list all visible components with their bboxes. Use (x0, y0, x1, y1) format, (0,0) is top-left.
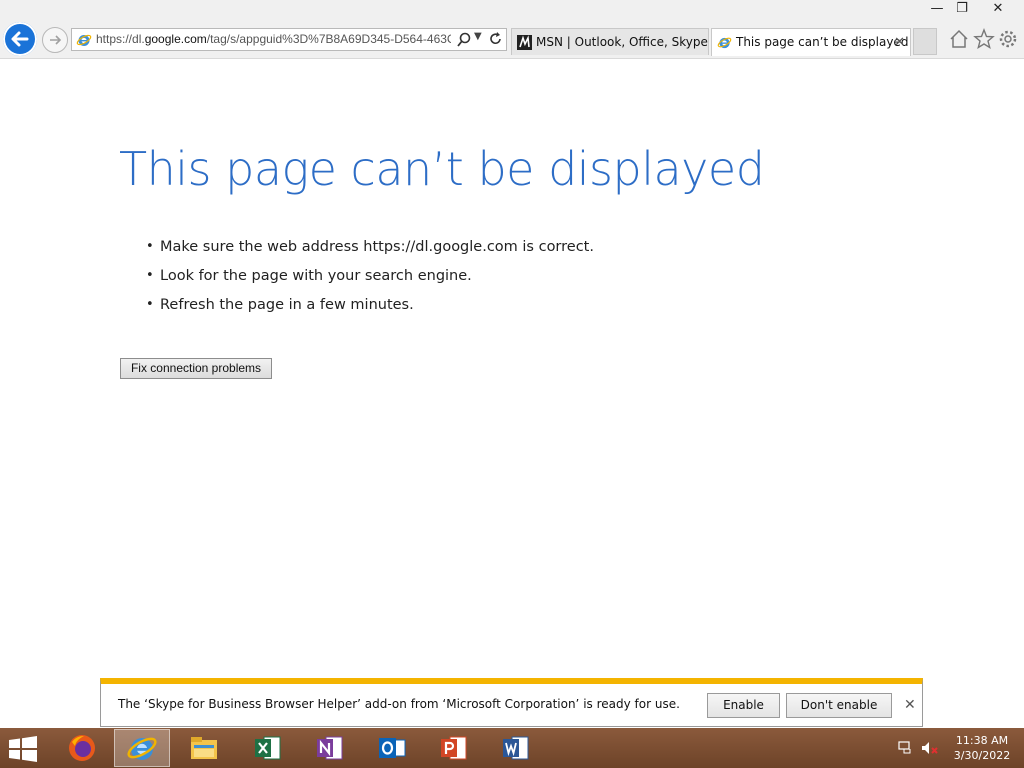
close-window-button[interactable]: ✕ (981, 0, 1015, 20)
tab-label: MSN | Outlook, Office, Skype, ... (536, 35, 709, 49)
excel-icon[interactable] (252, 732, 284, 764)
close-tab-icon[interactable]: ✕ (894, 29, 905, 56)
clock[interactable]: 11:38 AM 3/30/2022 (944, 733, 1020, 763)
chevron-down-icon[interactable]: ▼ (474, 31, 482, 42)
volume-muted-icon[interactable] (921, 740, 939, 756)
home-icon[interactable] (948, 28, 970, 50)
back-button[interactable] (3, 22, 37, 56)
tab-label: This page can’t be displayed (736, 35, 909, 49)
list-item: Make sure the web address https://dl.goo… (146, 237, 594, 266)
ie-icon (76, 34, 92, 46)
firefox-icon[interactable] (66, 732, 98, 764)
page-title: This page can’t be displayed (119, 142, 765, 196)
ie-icon (717, 37, 732, 49)
windows-start-icon[interactable] (8, 736, 38, 762)
refresh-icon[interactable] (488, 30, 504, 48)
new-tab-button[interactable] (913, 28, 937, 55)
address-url[interactable]: https://dl.google.com/tag/s/appguid%3D%7… (96, 32, 451, 46)
ie-taskbar-button[interactable] (114, 729, 170, 767)
list-item: Refresh the page in a few minutes. (146, 295, 594, 324)
ie-icon (127, 737, 157, 760)
word-icon[interactable] (500, 732, 532, 764)
outlook-icon[interactable] (376, 732, 408, 764)
file-explorer-icon[interactable] (188, 732, 220, 764)
notification-message: The ‘Skype for Business Browser Helper’ … (118, 697, 680, 711)
back-arrow-icon (11, 31, 29, 47)
search-icon[interactable] (456, 31, 472, 49)
tab-msn[interactable]: MSN | Outlook, Office, Skype, ... (511, 28, 709, 55)
tab-error-page[interactable]: This page can’t be displayed ✕ (711, 28, 911, 56)
enable-button[interactable]: Enable (707, 693, 780, 718)
notification-bar: The ‘Skype for Business Browser Helper’ … (100, 678, 923, 727)
powerpoint-icon[interactable] (438, 732, 470, 764)
onenote-icon[interactable] (314, 732, 346, 764)
gear-icon[interactable] (997, 28, 1019, 50)
dont-enable-button[interactable]: Don't enable (786, 693, 892, 718)
address-bar[interactable]: https://dl.google.com/tag/s/appguid%3D%7… (71, 28, 507, 51)
msn-icon (517, 35, 532, 50)
suggestion-list: Make sure the web address https://dl.goo… (146, 237, 594, 324)
fix-connection-button[interactable]: Fix connection problems (120, 358, 272, 379)
clock-time: 11:38 AM (955, 734, 1009, 747)
list-item: Look for the page with your search engin… (146, 266, 594, 295)
clock-date: 3/30/2022 (953, 749, 1011, 762)
forward-button[interactable] (42, 27, 68, 53)
favorites-star-icon[interactable] (973, 28, 995, 50)
taskbar: 11:38 AM 3/30/2022 (0, 728, 1024, 768)
forward-arrow-icon (50, 35, 62, 45)
close-icon[interactable]: ✕ (904, 697, 916, 713)
restore-button[interactable]: ❐ (945, 0, 979, 20)
network-icon[interactable] (898, 740, 914, 756)
